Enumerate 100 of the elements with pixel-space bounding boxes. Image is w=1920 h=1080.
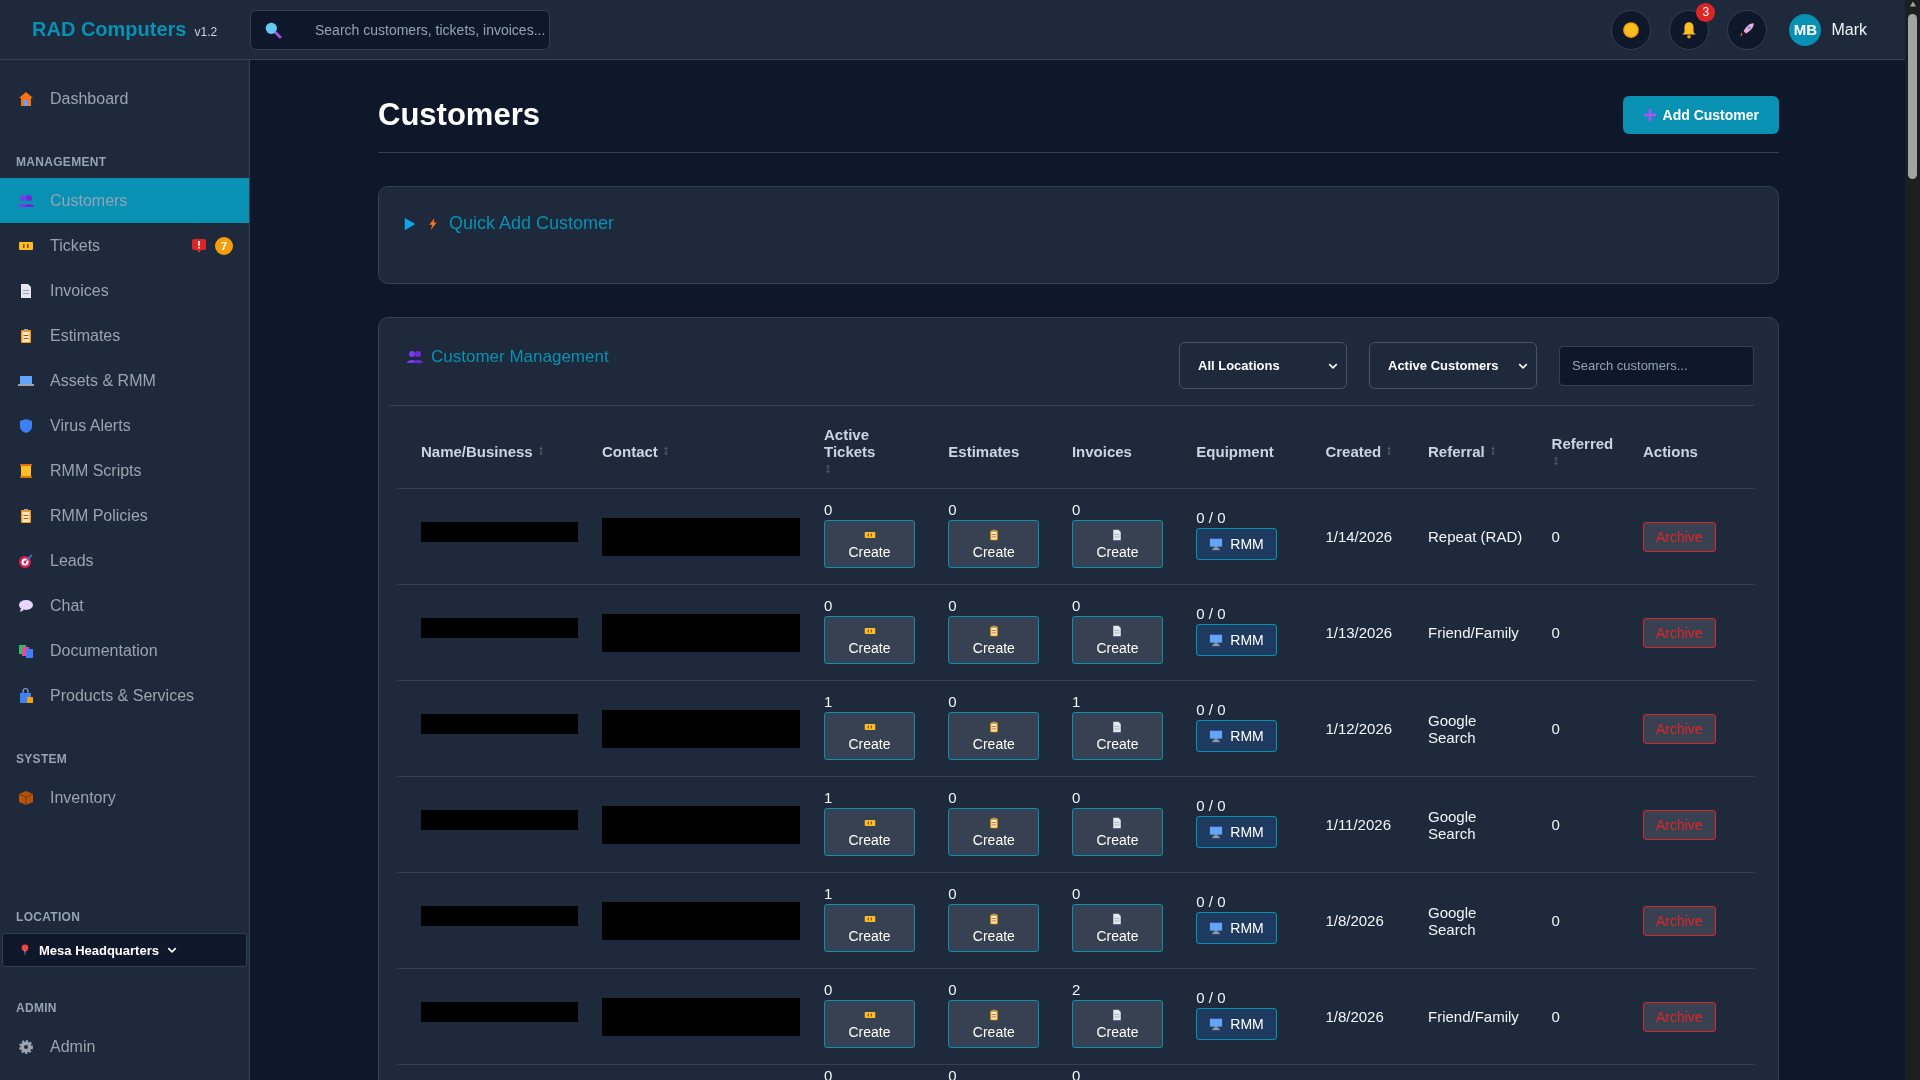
location-filter[interactable]: All Locations [1179,342,1347,389]
scrollbar[interactable] [1905,0,1920,1080]
brand-name[interactable]: RAD Computers [32,18,187,41]
create-button[interactable]: Create [824,712,915,760]
scroll-up-icon [1907,0,1918,8]
monitor-icon [1209,921,1224,935]
count-text: 1 [824,693,833,710]
column-header[interactable]: Active Tickets [824,426,925,460]
sun-icon [1622,20,1641,39]
create-button[interactable]: Create [1071,520,1163,568]
date-text: 1/12/2026 [1325,720,1393,737]
monitor-icon [1209,825,1224,839]
scrollbar-thumb[interactable] [1908,14,1917,179]
status-filter[interactable]: Active Customers [1369,342,1537,389]
sidebar-item[interactable]: RMM Scripts [0,448,249,493]
rmm-button[interactable]: RMM [1196,528,1277,560]
create-button[interactable]: Create [948,904,1040,952]
create-button[interactable]: Create [948,1000,1040,1048]
document-icon [1111,624,1124,637]
column-header: Estimates [948,442,1020,460]
create-button[interactable]: Create [948,808,1040,856]
count-text: 1 [824,885,833,902]
sidebar-item[interactable]: Inventory [0,775,249,820]
notifications-button[interactable] [1669,9,1710,50]
rmm-button[interactable]: RMM [1196,624,1277,656]
sidebar-item[interactable]: Tickets 7 [0,223,249,268]
equipment-count: 0 / 0 [1196,893,1226,910]
house-icon [18,90,34,107]
monitor-icon [1209,537,1224,551]
sidebar-item[interactable]: Documentation [0,628,249,673]
chat-bubble-icon [18,597,34,614]
add-customer-button[interactable]: Add Customer [1622,96,1779,134]
create-button[interactable]: Create [1071,712,1163,760]
create-button[interactable]: Create [824,904,915,952]
people-icon [407,349,423,365]
equipment-count: 0 / 0 [1196,797,1226,814]
equipment-count: 0 / 0 [1196,989,1226,1006]
chevron-down-icon [166,945,177,955]
plus-icon [1642,108,1657,122]
create-button[interactable]: Create [1071,1000,1163,1048]
document-icon [1111,816,1124,829]
sidebar-item[interactable]: Invoices [0,268,249,313]
column-header[interactable]: Name/Business [421,442,533,460]
section-heading: ADMIN [15,1000,58,1017]
search-icon [264,20,282,39]
count-text: 0 [1071,501,1081,518]
quick-add-toggle[interactable]: Quick Add Customer [403,213,615,234]
create-button[interactable]: Create [948,712,1040,760]
sidebar-item[interactable]: Products & Services [0,673,249,718]
create-button[interactable]: Create [948,616,1040,664]
sidebar-item[interactable]: RMM Policies [0,493,249,538]
document-icon [1111,528,1124,541]
sidebar-item[interactable]: Admin [0,1024,249,1069]
sidebar-item[interactable]: Virus Alerts [0,403,249,448]
search-field[interactable]: Search customers, tickets, invoices... [250,9,550,50]
document-icon [1111,720,1124,733]
user-avatar[interactable]: MB [1789,13,1822,46]
count-text: 0 [824,597,833,614]
user-name[interactable]: Mark [1831,20,1867,39]
clipboard-icon [987,912,1000,925]
sidebar-item[interactable]: Estimates [0,313,249,358]
location-value: Mesa Headquarters [39,942,159,958]
rmm-button[interactable]: RMM [1196,720,1277,752]
notification-count: 3 [1696,2,1716,22]
people-icon [18,192,34,209]
location-select[interactable]: Mesa Headquarters [2,933,247,967]
rmm-button[interactable]: RMM [1196,912,1277,944]
column-header[interactable]: Referred [1551,434,1614,452]
alert-icon [191,237,207,254]
create-button[interactable]: Create [824,616,915,664]
sidebar-item[interactable]: Chat [0,583,249,628]
column-header: Actions [1642,442,1698,460]
rmm-button[interactable]: RMM [1196,1008,1277,1040]
clipboard-icon [18,327,34,344]
clipboard-icon [987,720,1000,733]
customer-search-field[interactable]: Search customers... [1559,345,1754,386]
sidebar-item[interactable]: Dashboard [0,76,249,121]
bell-icon [1680,20,1699,39]
create-button[interactable]: Create [948,520,1040,568]
date-text: 1/13/2026 [1325,624,1393,641]
count-text: 1 [1071,693,1081,710]
column-header[interactable]: Referral [1428,442,1485,460]
date-text: 1/8/2026 [1325,912,1384,929]
count-text: 0 [824,981,833,998]
monitor-icon [1209,729,1224,743]
rmm-button[interactable]: RMM [1196,816,1277,848]
create-button[interactable]: Create [824,808,915,856]
create-button[interactable]: Create [1071,616,1163,664]
referral-text: Friend/Family [1428,624,1519,641]
scroll-icon [18,462,34,479]
create-button[interactable]: Create [824,520,915,568]
column-header[interactable]: Created [1325,442,1382,460]
referral-text: Friend/Family [1428,1008,1519,1025]
column-header[interactable]: Contact [602,442,658,460]
sidebar-item[interactable]: Leads [0,538,249,583]
sidebar-item[interactable]: Assets & RMM [0,358,249,403]
create-button[interactable]: Create [1071,904,1163,952]
create-button[interactable]: Create [1071,808,1163,856]
create-button[interactable]: Create [824,1000,915,1048]
referred-count: 0 [1551,912,1560,929]
